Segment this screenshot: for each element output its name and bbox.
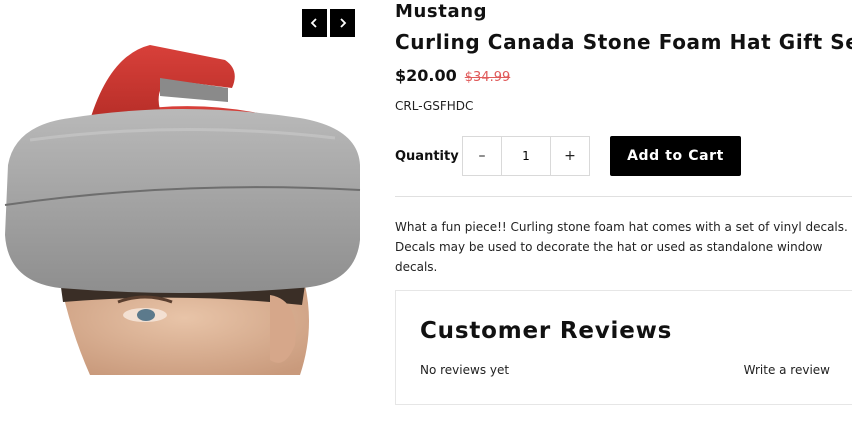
price-row: $20.00 $34.99 bbox=[395, 66, 510, 85]
reviews-heading: Customer Reviews bbox=[420, 318, 673, 344]
product-gallery bbox=[0, 0, 362, 422]
quantity-input[interactable] bbox=[502, 137, 550, 175]
product-description: What a fun piece!! Curling stone foam ha… bbox=[395, 220, 848, 274]
decrease-quantity-button[interactable]: – bbox=[463, 137, 502, 175]
product-vendor[interactable]: Mustang bbox=[395, 1, 487, 22]
compare-at-price: $34.99 bbox=[464, 70, 511, 85]
divider bbox=[395, 196, 852, 197]
product-image[interactable] bbox=[0, 30, 362, 375]
add-to-cart-button[interactable]: Add to Cart bbox=[610, 136, 741, 176]
product-title: Curling Canada Stone Foam Hat Gift Set bbox=[395, 30, 852, 54]
no-reviews-text: No reviews yet bbox=[420, 363, 510, 377]
write-review-link[interactable]: Write a review bbox=[744, 363, 830, 377]
chevron-right-icon bbox=[340, 18, 347, 28]
chevron-left-icon bbox=[310, 18, 317, 28]
next-image-button[interactable] bbox=[330, 9, 355, 37]
increase-quantity-button[interactable]: + bbox=[550, 137, 589, 175]
quantity-stepper: – + bbox=[462, 136, 590, 176]
quantity-label: Quantity bbox=[395, 149, 459, 164]
previous-image-button[interactable] bbox=[302, 9, 327, 37]
product-price: $20.00 bbox=[395, 66, 457, 85]
product-sku: CRL-GSFHDC bbox=[395, 99, 474, 113]
customer-reviews-section: Customer Reviews No reviews yet Write a … bbox=[395, 290, 852, 405]
